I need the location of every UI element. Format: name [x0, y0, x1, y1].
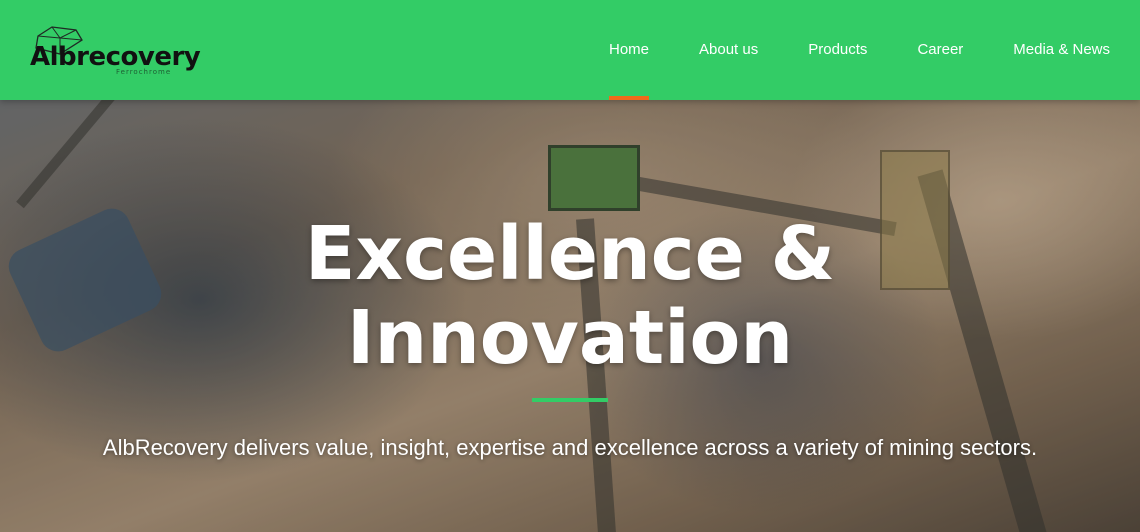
- page: Albrecovery Ferrochrome Home About us Pr…: [0, 0, 1140, 532]
- hero-title: Excellence & Innovation: [0, 212, 1140, 380]
- main-nav: Home About us Products Career Media & Ne…: [609, 0, 1110, 100]
- logo[interactable]: Albrecovery Ferrochrome: [30, 24, 201, 80]
- nav-item-media-news[interactable]: Media & News: [1013, 0, 1110, 100]
- nav-active-indicator: [609, 96, 650, 100]
- nav-item-products[interactable]: Products: [808, 0, 867, 100]
- nav-item-about-us[interactable]: About us: [699, 0, 758, 100]
- nav-item-label: Products: [808, 41, 868, 58]
- hero-title-line-1: Excellence &: [304, 211, 836, 297]
- nav-item-label: About us: [699, 41, 759, 58]
- logo-subtext: Ferrochrome: [116, 68, 172, 76]
- hero-section: Excellence & Innovation AlbRecovery deli…: [0, 100, 1140, 532]
- nav-item-career[interactable]: Career: [917, 0, 963, 100]
- hero-subtitle: AlbRecovery delivers value, insight, exp…: [102, 435, 1038, 460]
- nav-item-label: Home: [609, 41, 650, 58]
- hero-title-line-2: Innovation: [346, 295, 794, 381]
- nav-item-label: Career: [917, 41, 964, 58]
- nav-item-label: Media & News: [1013, 41, 1110, 58]
- hero-divider: [532, 398, 608, 402]
- nav-item-home[interactable]: Home: [609, 0, 650, 100]
- site-header: Albrecovery Ferrochrome Home About us Pr…: [0, 0, 1140, 100]
